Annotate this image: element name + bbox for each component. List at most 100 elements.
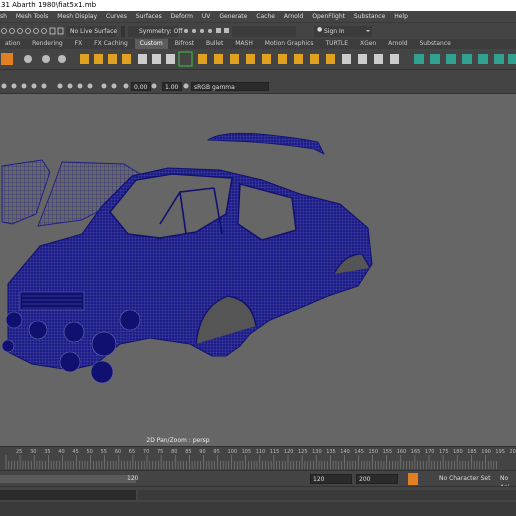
shelf-tab-fx-caching[interactable]: FX Caching [89,39,133,49]
shelf-tool-icon-5 [94,54,103,64]
time-tick-label: 90 [199,449,206,455]
time-tick-label: 50 [86,449,93,455]
shelf-tool-icon-10 [166,54,175,64]
user-icon: ● [317,26,323,33]
range-slider-bar[interactable] [0,475,136,483]
shelf-tool-icon-4 [80,54,89,64]
current-end-field[interactable]: 120 [310,474,352,484]
menu-item-arnold[interactable]: Arnold [284,11,303,22]
fog-light-1 [28,320,48,340]
image-plane-icon [21,83,27,89]
time-tick-label: 125 [298,449,308,455]
menu-item-surfaces[interactable]: Surfaces [136,11,162,22]
shelf-tab-bullet[interactable]: Bullet [201,39,228,49]
time-tick-label: 200 [509,449,516,455]
fog-light-5 [59,351,81,373]
shelf-tab-rendering[interactable]: Rendering [27,39,68,49]
panel-toolbar: 0.00 1.00 sRGB gamma [0,80,516,94]
time-tick-label: 165 [410,449,421,455]
exposure-icon [123,83,129,89]
menu-item-curves[interactable]: Curves [106,11,127,22]
menu-item-mesh-display[interactable]: Mesh Display [57,11,97,22]
car-wireframe-model [1,132,373,384]
time-tick-label: 60 [114,449,122,455]
shelf-tab-custom[interactable]: Custom [134,39,168,49]
menu-item-substance[interactable]: Substance [354,11,385,22]
time-slider-labels: 25 30 35 40 45 50 55 60 65 70 75 80 85 90 95 100 105 110 1… [0,449,516,459]
character-set-dropdown[interactable]: No Character Set [437,474,493,484]
snap-curve-icon [9,28,15,34]
command-line[interactable] [0,486,516,503]
time-tick-label: 40 [58,449,65,455]
time-tick-label: 30 [30,449,37,455]
menu-item-uv[interactable]: UV [202,11,211,22]
anim-layer-dropdown[interactable]: No Ani [498,474,516,491]
time-tick-label: 25 [16,449,23,455]
color-management-icon [183,83,189,89]
time-tick-label: 70 [142,449,150,455]
symmetry-dropdown[interactable]: Symmetry: Off [139,28,182,35]
gamma-field[interactable]: 1.00 [162,82,182,91]
shelf-tab-xgen[interactable]: XGen [355,39,381,49]
range-slider: 120 120 200 No Character Set No Ani [0,470,516,491]
time-tick-label: 45 [72,449,79,455]
sign-in-button[interactable]: Sign In [324,28,345,35]
panel-menu-bar [0,70,516,80]
time-tick-label: 95 [213,449,220,455]
time-tick-label: 100 [227,449,238,455]
shelf-tab-arnold[interactable]: Arnold [383,39,412,49]
range-end-field[interactable]: 200 [356,474,398,484]
menu-item-openflight[interactable]: OpenFlight [312,11,345,22]
svg-export-icon[interactable] [1,53,13,65]
textured-icon [67,83,73,89]
shelf-tool-icon-1 [24,55,32,63]
exposure-field[interactable]: 0.00 [131,82,151,91]
fog-light-3 [91,331,117,357]
title-bar: 31 Abarth 1980\fiat5x1.mb [0,0,516,11]
time-tick-label: 80 [171,449,178,455]
menu-item-help[interactable]: Help [394,11,408,22]
time-slider[interactable]: 25 30 35 40 45 50 55 60 65 70 75 80 85 90 95 100 105 110 1… [0,446,516,471]
shelf-tab-substance[interactable]: Substance [414,39,455,49]
snap-point-icon [17,28,23,34]
shelf-tab-animation[interactable]: ation [0,39,25,49]
menu-item-mesh-tools[interactable]: Mesh Tools [16,11,48,22]
time-tick-label: 120 [283,449,294,455]
time-tick-label: 75 [157,449,164,455]
time-tick-label: 160 [396,449,407,455]
time-tick-label: 110 [255,449,266,455]
light-editor-icon [224,28,229,33]
snap-view-icon [25,28,31,34]
perspective-viewport[interactable]: 2D Pan/Zoom : persp [0,94,516,446]
history-icon [49,27,56,35]
shelf-tool-icon-6 [108,54,117,64]
time-tick-label: 115 [269,449,280,455]
shelf-tab-motion-graphics[interactable]: Motion Graphics [260,39,319,49]
menu-item-cache[interactable]: Cache [256,11,275,22]
time-tick-label: 155 [382,449,393,455]
command-input[interactable] [0,490,136,500]
help-line [0,502,516,516]
smooth-shade-icon [57,83,63,89]
window-title: 31 Abarth 1980\fiat5x1.mb [1,1,97,9]
menu-item-generate[interactable]: Generate [219,11,247,22]
time-tick-label: 180 [453,449,463,455]
bookmark-icon [11,83,17,89]
snap-surface-icon [33,28,39,34]
render-settings-icon [200,29,204,33]
menu-item-deform[interactable]: Deform [171,11,193,22]
command-result [138,490,516,500]
view-transform-dropdown[interactable]: sRGB gamma [191,82,269,91]
shelf-tab-bifrost[interactable]: Bifrost [170,39,199,49]
time-tick-label: 195 [495,449,505,455]
menu-item-sh[interactable]: sh [0,11,7,22]
shelf-tab-mash[interactable]: MASH [230,39,258,49]
lights-icon [77,83,83,89]
live-surface-label[interactable]: No Live Surface [70,28,117,35]
time-tick-label: 35 [44,449,51,455]
render-icon [184,29,188,33]
auto-key-icon[interactable] [408,473,418,485]
xray-icon [101,83,107,89]
shelf-tab-fx[interactable]: FX [70,39,88,49]
shelf-tab-turtle[interactable]: TURTLE [320,39,353,49]
